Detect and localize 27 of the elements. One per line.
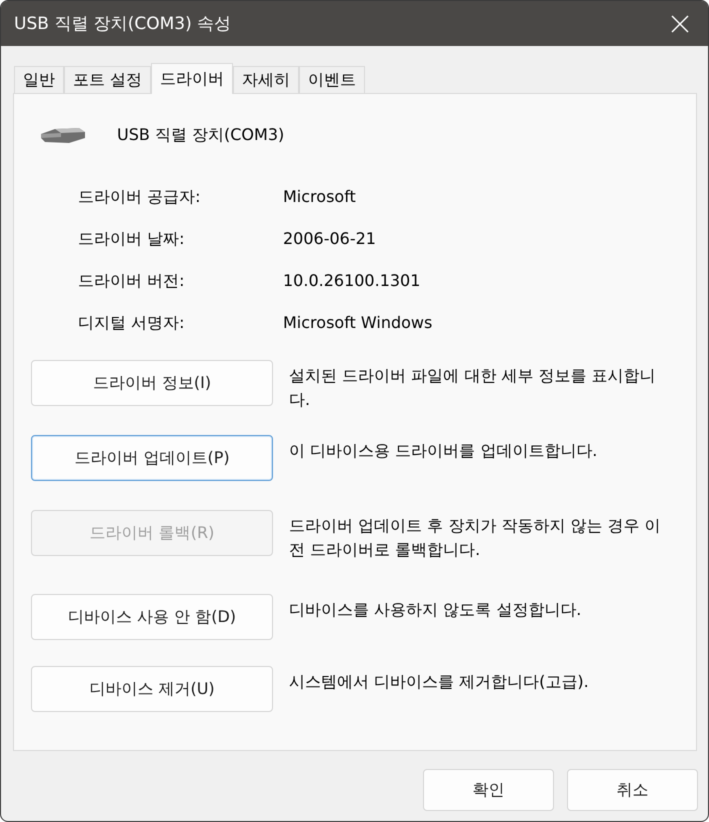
tab[interactable]: 자세히 [233,66,300,93]
property-value: 10.0.26100.1301 [283,270,422,292]
tab[interactable]: 이벤트 [299,66,366,93]
dialog-button[interactable]: 확인 [423,769,554,811]
tab[interactable]: 일반 [14,66,64,93]
action-description: 드라이버 업데이트 후 장치가 작동하지 않는 경우 이전 드라이버로 롤백합니다. [289,515,662,561]
property-label: 드라이버 공급자: [78,186,202,208]
tab[interactable]: 포트 설정 [64,66,152,93]
tab[interactable]: 드라이버 [151,63,234,94]
property-value: 2006-06-21 [283,228,377,250]
action-button[interactable]: 드라이버 업데이트(P) [31,435,273,481]
property-value: Microsoft [283,186,357,208]
property-label: 드라이버 날짜: [78,228,186,250]
action-description: 이 디바이스용 드라이버를 업데이트합니다. [289,440,598,462]
close-icon [671,14,689,32]
action-description: 설치된 드라이버 파일에 대한 세부 정보를 표시합니다. [289,365,657,411]
property-label: 디지털 서명자: [78,312,186,334]
action-button[interactable]: 디바이스 사용 안 함(D) [31,594,273,640]
property-value: Microsoft Windows [283,312,434,334]
dialog-button[interactable]: 취소 [567,769,698,811]
action-description: 디바이스를 사용하지 않도록 설정합니다. [289,599,582,621]
action-description: 시스템에서 디바이스를 제거합니다(고급). [289,671,590,693]
property-label: 드라이버 버전: [78,270,186,292]
action-button[interactable]: 드라이버 정보(I) [31,360,273,406]
action-button[interactable]: 디바이스 제거(U) [31,666,273,712]
device-name: USB 직렬 장치(COM3) [117,124,284,146]
window-title: USB 직렬 장치(COM3) 속성 [14,13,232,35]
